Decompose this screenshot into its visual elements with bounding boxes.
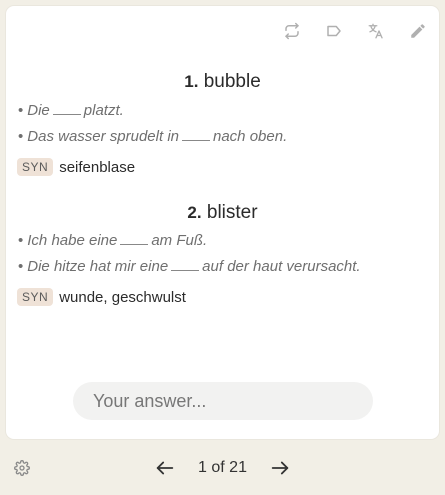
next-arrow-icon[interactable] (269, 457, 291, 479)
synonyms-text: seifenblase (59, 158, 136, 176)
bullet: • (18, 102, 24, 119)
synonyms-row: SYN seifenblase (17, 158, 135, 176)
synonyms-text: wunde, geschwulst (59, 288, 186, 306)
repeat-icon[interactable] (281, 20, 303, 42)
example-sentence: • Ich habe eine am Fuß. (18, 232, 207, 249)
example-text-before: Das wasser sprudelt in (27, 128, 179, 145)
blank (182, 128, 210, 141)
example-sentence: • Die hitze hat mir eine auf der haut veru… (18, 258, 361, 275)
example-text-after: nach oben. (213, 128, 288, 145)
blank (171, 258, 200, 271)
blank (52, 102, 81, 115)
synonyms-row: SYN wunde, geschwulst (17, 288, 186, 306)
bullet: • (18, 232, 24, 249)
example-text-after: am Fuß. (151, 232, 208, 249)
entry-title-1: 1. bubble (6, 71, 439, 93)
example-text-before: Ich habe eine (27, 232, 118, 249)
entry-number: 2. (187, 203, 202, 222)
pager: 1 of 21 (0, 457, 445, 479)
bullet: • (18, 128, 24, 145)
card-toolbar (281, 20, 429, 42)
blank (120, 232, 149, 245)
previous-arrow-icon[interactable] (154, 457, 176, 479)
example-text-after: platzt. (83, 102, 124, 119)
page-indicator: 1 of 21 (198, 459, 247, 476)
translate-icon[interactable] (365, 20, 387, 42)
entry-word: bubble (203, 71, 261, 92)
example-sentence: • Das wasser sprudelt in nach oben. (18, 128, 287, 145)
edit-icon[interactable] (407, 20, 429, 42)
answer-input[interactable] (73, 382, 373, 420)
label-icon[interactable] (323, 20, 345, 42)
entry-number: 1. (184, 72, 199, 91)
entry-title-2: 2. blister (6, 202, 439, 224)
bullet: • (18, 258, 24, 275)
syn-badge: SYN (17, 158, 54, 176)
example-sentence: • Die platzt. (18, 102, 124, 119)
flashcard: 1. bubble • Die platzt. • Das wasser sprude… (6, 6, 439, 439)
syn-badge: SYN (17, 288, 54, 306)
entry-word: blister (206, 202, 258, 223)
example-text-before: Die (27, 102, 50, 119)
example-text-before: Die hitze hat mir eine (27, 258, 169, 275)
example-text-after: auf der haut verursacht. (202, 258, 361, 275)
